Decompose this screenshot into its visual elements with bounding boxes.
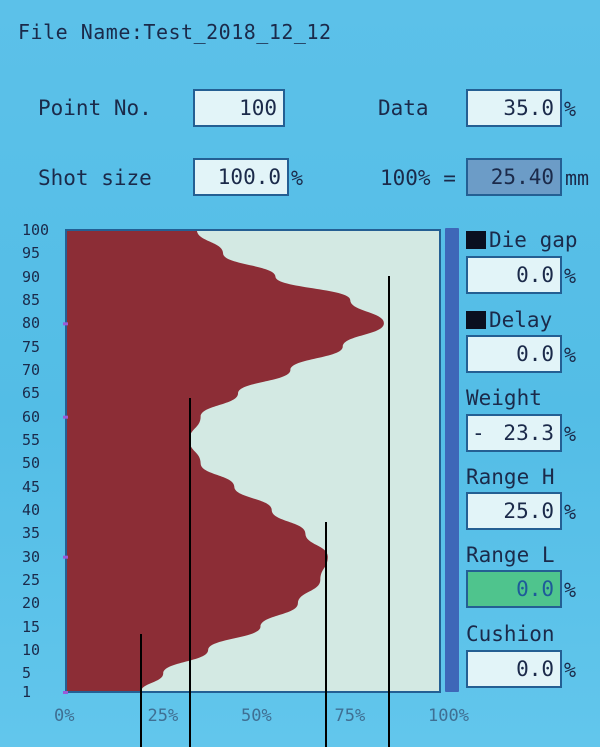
cushion-label: Cushion bbox=[466, 622, 555, 646]
weight-field[interactable]: -23.3 bbox=[466, 414, 562, 452]
delay-field[interactable]: 0.0 bbox=[466, 335, 562, 373]
range-l-label: Range L bbox=[466, 543, 555, 567]
die-gap-checkbox[interactable] bbox=[466, 231, 486, 249]
marker-tick bbox=[63, 415, 68, 419]
y-tick-label: 65 bbox=[22, 384, 41, 403]
y-tick-label: 70 bbox=[22, 361, 41, 379]
y-tick-label: 90 bbox=[22, 267, 41, 286]
scale-bar bbox=[445, 228, 459, 692]
weight-unit: % bbox=[564, 422, 577, 446]
y-tick-label: 95 bbox=[22, 244, 41, 263]
marker-tick bbox=[63, 322, 68, 326]
y-tick-label: 45 bbox=[22, 477, 41, 496]
weight-sign: - bbox=[472, 421, 485, 445]
y-tick-label: 60 bbox=[22, 407, 41, 426]
weight-value: 23.3 bbox=[503, 421, 554, 445]
y-tick-label: 35 bbox=[22, 524, 41, 543]
die-gap-label: Die gap bbox=[466, 228, 578, 252]
y-tick-label: 50 bbox=[22, 454, 41, 473]
weight-label: Weight bbox=[466, 386, 542, 410]
range-h-label: Range H bbox=[466, 465, 555, 489]
y-tick-label: 20 bbox=[22, 594, 41, 613]
y-tick-label: 100 bbox=[22, 221, 50, 239]
delay-unit: % bbox=[564, 343, 577, 367]
y-tick-label: 85 bbox=[22, 291, 41, 309]
y-tick-label: 75 bbox=[22, 337, 41, 356]
y-tick-label: 10 bbox=[22, 641, 41, 659]
range-h-field[interactable]: 25.0 bbox=[466, 492, 562, 530]
delay-label: Delay bbox=[466, 308, 552, 332]
x-tick-label: 50% bbox=[241, 706, 272, 726]
y-tick-label: 30 bbox=[22, 547, 41, 566]
marker-tick bbox=[63, 555, 68, 559]
die-gap-field[interactable]: 0.0 bbox=[466, 256, 562, 294]
die-gap-unit: % bbox=[564, 264, 577, 288]
range-l-unit: % bbox=[564, 578, 577, 602]
range-h-unit: % bbox=[564, 500, 577, 524]
x-tick-label: 25% bbox=[147, 706, 179, 726]
delay-checkbox[interactable] bbox=[466, 311, 486, 329]
marker-tick bbox=[63, 691, 68, 694]
x-tick-label: 0% bbox=[54, 706, 75, 726]
y-tick-label: 5 bbox=[22, 664, 32, 683]
cushion-unit: % bbox=[564, 658, 577, 682]
die-gap-text: Die gap bbox=[489, 228, 578, 252]
cushion-field[interactable]: 0.0 bbox=[466, 650, 562, 688]
y-tick-label: 80 bbox=[22, 314, 41, 333]
y-tick-label: 1 bbox=[22, 683, 32, 701]
range-l-field[interactable]: 0.0 bbox=[466, 570, 562, 608]
y-tick-label: 40 bbox=[22, 501, 41, 519]
x-tick-label: 75% bbox=[334, 706, 366, 726]
y-tick-label: 15 bbox=[22, 617, 41, 636]
y-tick-label: 55 bbox=[22, 431, 41, 449]
x-tick-label: 100% bbox=[428, 706, 469, 726]
y-tick-label: 25 bbox=[22, 571, 41, 589]
delay-text: Delay bbox=[489, 308, 553, 332]
